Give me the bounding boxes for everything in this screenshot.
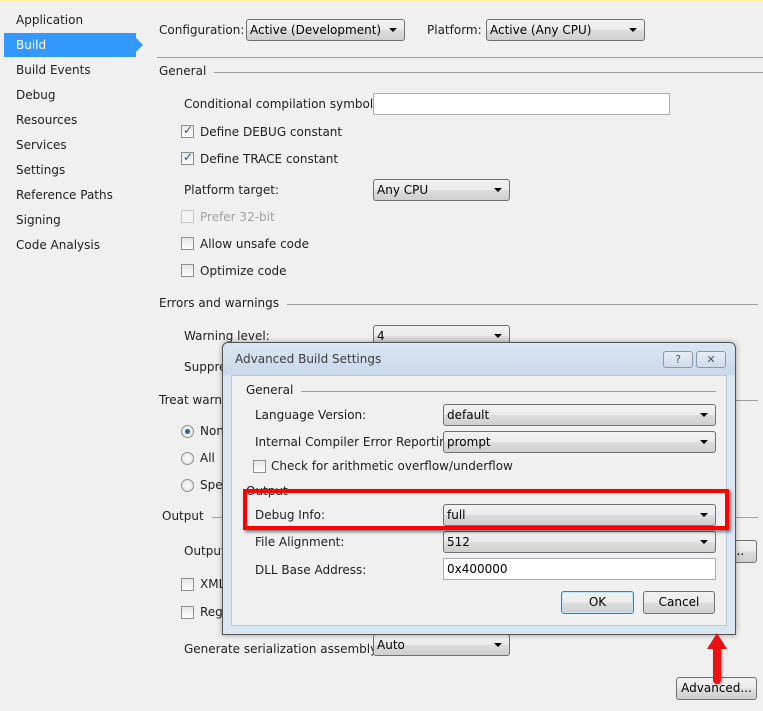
language-version-value: default xyxy=(447,408,490,422)
red-arrow-icon xyxy=(707,633,727,649)
overflow-check-checkbox[interactable] xyxy=(253,460,266,473)
section-rule xyxy=(159,72,763,73)
treat-warnings-none-label: Non xyxy=(200,424,224,438)
section-rule xyxy=(246,391,716,392)
platform-dropdown[interactable]: Active (Any CPU) xyxy=(486,19,645,41)
serialization-value: Auto xyxy=(377,638,405,652)
warning-level-value: 4 xyxy=(377,329,385,343)
chevron-down-icon xyxy=(700,440,708,444)
sidebar-item-resources[interactable]: Resources xyxy=(4,108,136,132)
sidebar-item-signing[interactable]: Signing xyxy=(4,208,136,232)
language-version-label: Language Version: xyxy=(255,408,367,422)
chevron-down-icon xyxy=(494,643,502,647)
treat-warnings-all-label: All xyxy=(200,451,215,465)
dialog-general-title: General xyxy=(246,383,302,397)
dialog-general-section-header: General xyxy=(246,383,716,399)
prefer-32bit-label: Prefer 32-bit xyxy=(200,210,275,224)
dialog-title: Advanced Build Settings xyxy=(235,352,382,366)
errors-section-header: Errors and warnings xyxy=(159,296,758,312)
optimize-code-checkbox[interactable] xyxy=(181,264,194,277)
conditional-symbols-input[interactable] xyxy=(373,93,670,115)
output-title: Output xyxy=(162,509,212,523)
serialization-dropdown[interactable]: Auto xyxy=(373,634,510,656)
chevron-down-icon xyxy=(389,28,397,32)
chevron-down-icon xyxy=(700,540,708,544)
define-debug-checkbox[interactable] xyxy=(181,123,194,138)
warning-level-label: Warning level: xyxy=(184,329,270,343)
general-title: General xyxy=(159,64,215,78)
file-alignment-value: 512 xyxy=(447,535,470,549)
sidebar-item-application[interactable]: Application xyxy=(4,8,136,32)
serialization-label: Generate serialization assembly: xyxy=(184,642,381,656)
xml-doc-checkbox[interactable] xyxy=(181,578,194,591)
register-com-checkbox[interactable] xyxy=(181,606,194,619)
chevron-down-icon xyxy=(494,188,502,192)
sidebar-item-code-analysis[interactable]: Code Analysis xyxy=(4,233,136,257)
treat-warnings-none-radio[interactable] xyxy=(181,425,194,438)
section-rule-fragment xyxy=(736,400,758,401)
ice-reporting-dropdown[interactable]: prompt xyxy=(443,431,716,453)
allow-unsafe-checkbox[interactable] xyxy=(181,237,194,250)
language-version-dropdown[interactable]: default xyxy=(443,404,716,426)
cancel-button[interactable]: Cancel xyxy=(643,591,715,614)
file-alignment-label: File Alignment: xyxy=(255,535,345,549)
conditional-symbols-label: Conditional compilation symbols: xyxy=(184,97,384,111)
red-arrow-shaft xyxy=(713,648,721,684)
platform-target-label: Platform target: xyxy=(184,183,279,197)
debug-info-highlight-box xyxy=(243,489,729,530)
top-accent-bar xyxy=(0,0,763,2)
sidebar-item-debug[interactable]: Debug xyxy=(4,83,136,107)
treat-warnings-all-radio[interactable] xyxy=(181,452,194,465)
chevron-down-icon xyxy=(700,413,708,417)
platform-label: Platform: xyxy=(427,23,482,37)
ice-reporting-label: Internal Compiler Error Reporting: xyxy=(255,435,459,449)
ok-button[interactable]: OK xyxy=(561,591,634,614)
sidebar-item-build[interactable]: Build xyxy=(4,33,143,57)
dll-base-address-input[interactable]: 0x400000 xyxy=(443,558,716,580)
file-alignment-dropdown[interactable]: 512 xyxy=(443,531,716,553)
output-path-label: Output xyxy=(184,544,226,558)
treat-warnings-specific-radio[interactable] xyxy=(181,479,194,492)
platform-target-value: Any CPU xyxy=(377,183,429,197)
sidebar-item-reference-paths[interactable]: Reference Paths xyxy=(4,183,136,207)
platform-target-dropdown[interactable]: Any CPU xyxy=(373,179,510,201)
configuration-dropdown[interactable]: Active (Development) xyxy=(246,19,405,41)
sidebar-item-services[interactable]: Services xyxy=(4,133,136,157)
configuration-label: Configuration: xyxy=(159,23,245,37)
chevron-down-icon xyxy=(494,334,502,338)
general-section-header: General xyxy=(159,64,763,80)
dll-base-address-label: DLL Base Address: xyxy=(255,563,367,577)
sidebar-item-build-events[interactable]: Build Events xyxy=(4,58,136,82)
platform-value: Active (Any CPU) xyxy=(490,23,592,37)
chevron-down-icon xyxy=(629,28,637,32)
define-debug-label: Define DEBUG constant xyxy=(200,125,343,139)
errors-title: Errors and warnings xyxy=(159,296,288,310)
prefer-32bit-checkbox[interactable] xyxy=(181,210,194,223)
sidebar-item-settings[interactable]: Settings xyxy=(4,158,136,182)
define-trace-label: Define TRACE constant xyxy=(200,152,339,166)
optimize-code-label: Optimize code xyxy=(200,264,287,278)
ice-reporting-value: prompt xyxy=(447,435,491,449)
allow-unsafe-label: Allow unsafe code xyxy=(200,237,310,251)
overflow-check-label: Check for arithmetic overflow/underflow xyxy=(271,459,513,473)
define-trace-checkbox[interactable] xyxy=(181,150,194,165)
configuration-value: Active (Development) xyxy=(250,23,382,37)
help-icon[interactable]: ? xyxy=(663,351,693,368)
header-divider xyxy=(157,57,763,58)
close-icon[interactable]: ✕ xyxy=(696,351,726,368)
